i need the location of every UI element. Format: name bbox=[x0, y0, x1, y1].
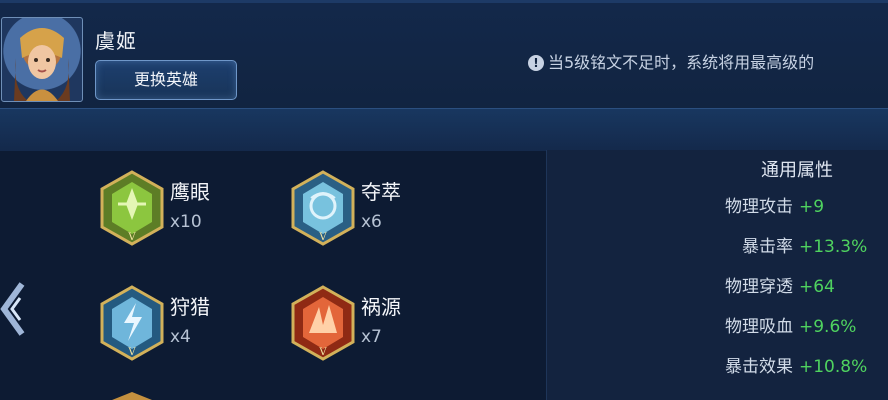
chevron-left-icon[interactable] bbox=[0, 280, 26, 338]
stat-row: 物理吸血 +9.6% bbox=[547, 312, 888, 342]
duocui-rune-icon: V bbox=[291, 170, 355, 246]
stat-label: 暴击率 bbox=[742, 237, 793, 257]
stat-row: 物理穿透 +64 bbox=[547, 272, 888, 302]
rune-count: x10 bbox=[170, 212, 202, 232]
stat-value: +13.3% bbox=[799, 237, 868, 257]
rune-name: 夺萃 bbox=[361, 180, 401, 204]
change-hero-button[interactable]: 更换英雄 bbox=[95, 60, 237, 100]
section-divider bbox=[0, 108, 888, 151]
hero-header: 虞姬 更换英雄 ! 当5级铭文不足时，系统将用最高级的 bbox=[0, 3, 888, 108]
info-icon: ! bbox=[528, 55, 544, 71]
stat-label: 物理穿透 bbox=[725, 277, 793, 297]
stat-value: +9.6% bbox=[799, 317, 857, 337]
hero-avatar[interactable] bbox=[1, 17, 83, 102]
hero-portrait-icon bbox=[14, 28, 70, 101]
stat-row: 暴击率 +13.3% bbox=[547, 232, 888, 262]
rune-peek-icon bbox=[112, 392, 152, 400]
svg-text:V: V bbox=[127, 347, 136, 358]
svg-text:V: V bbox=[318, 232, 327, 243]
rune-name: 祸源 bbox=[361, 295, 401, 319]
rune-name: 狩猎 bbox=[170, 295, 210, 319]
stat-label: 物理吸血 bbox=[725, 317, 793, 337]
rune-item-hunt[interactable]: V 狩猎 x4 bbox=[98, 285, 278, 365]
rune-count: x6 bbox=[361, 212, 382, 232]
rune-count: x4 bbox=[170, 327, 191, 347]
stat-value: +10.8% bbox=[799, 357, 868, 377]
stat-row: 暴击效果 +10.8% bbox=[547, 352, 888, 382]
notice-text: ! 当5级铭文不足时，系统将用最高级的 bbox=[528, 49, 814, 73]
notice-message: 当5级铭文不足时，系统将用最高级的 bbox=[548, 53, 815, 72]
hawkeye-rune-icon: V bbox=[100, 170, 164, 246]
rune-item-huoyuan[interactable]: V 祸源 x7 bbox=[289, 285, 469, 365]
rune-name: 鹰眼 bbox=[170, 180, 210, 204]
svg-text:V: V bbox=[318, 347, 327, 358]
hero-name: 虞姬 bbox=[95, 29, 137, 53]
stat-value: +64 bbox=[799, 277, 835, 297]
rune-item-hawkeye[interactable]: V 鹰眼 x10 bbox=[98, 170, 278, 250]
stat-label: 物理攻击 bbox=[725, 197, 793, 217]
stats-title: 通用属性 bbox=[761, 160, 833, 181]
svg-text:V: V bbox=[127, 232, 136, 243]
hunt-rune-icon: V bbox=[100, 285, 164, 361]
rune-count: x7 bbox=[361, 327, 382, 347]
stat-value: +9 bbox=[799, 197, 825, 217]
rune-item-duocui[interactable]: V 夺萃 x6 bbox=[289, 170, 469, 250]
huoyuan-rune-icon: V bbox=[291, 285, 355, 361]
stats-panel: 通用属性 物理攻击 +9 暴击率 +13.3% 物理穿透 +64 物理吸血 +9… bbox=[546, 150, 888, 400]
stat-row: 物理攻击 +9 bbox=[547, 192, 888, 222]
stat-label: 暴击效果 bbox=[725, 357, 793, 377]
